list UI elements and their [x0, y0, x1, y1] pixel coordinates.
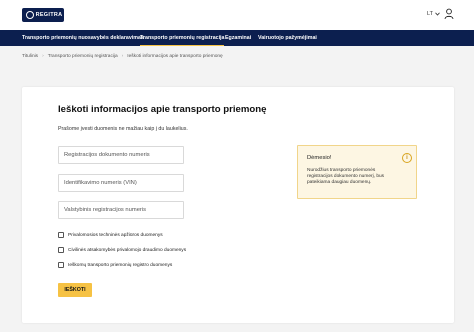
logo-text: REGITRA [35, 12, 63, 18]
logo-emblem-icon [25, 11, 34, 19]
breadcrumb-separator: › [42, 54, 44, 59]
wanted-vehicles-checkbox[interactable] [58, 262, 64, 268]
search-button[interactable]: IEŠKOTI [58, 283, 92, 297]
chevron-down-icon [435, 12, 440, 16]
notice-title: Dėmesio! [307, 155, 332, 161]
main-nav: Transporto priemonių nuosavybės deklarav… [0, 30, 474, 46]
registration-document-number-input[interactable] [58, 146, 184, 164]
breadcrumb-vehicle-registration[interactable]: Transporto priemonių registracija [48, 54, 118, 59]
attention-notice: Dėmesio! i Nurodžius transporto priemonė… [297, 145, 417, 199]
page-title: Ieškoti informacijos apie transporto pri… [58, 104, 267, 115]
breadcrumb: Titulinis › Transporto priemonių registr… [22, 54, 223, 59]
checkbox-row-insurance[interactable]: Civilinės atsakomybės privalomojo draudi… [58, 247, 186, 253]
vin-input[interactable] [58, 174, 184, 192]
language-selector[interactable]: LT [427, 11, 440, 17]
nav-item-ownership-declaration[interactable]: Transporto priemonių nuosavybės deklarav… [22, 30, 144, 46]
wanted-vehicles-checkbox-label: Ieškomų transporto priemonių registro du… [68, 262, 173, 268]
top-header: REGITRA LT [0, 0, 474, 30]
user-icon[interactable] [444, 8, 454, 20]
search-card: Ieškoti informacijos apie transporto pri… [22, 87, 454, 323]
plate-number-input[interactable] [58, 201, 184, 219]
language-label: LT [427, 11, 434, 17]
nav-item-vehicle-registration[interactable]: Transporto priemonių registracija [140, 30, 225, 46]
nav-item-driving-licenses[interactable]: Vairuotojo pažymėjimai [258, 30, 317, 46]
form-hint: Prašome įvesti duomenis ne mažiau kaip į… [58, 126, 188, 132]
info-icon: i [402, 153, 412, 163]
breadcrumb-separator: › [121, 54, 124, 59]
insurance-checkbox[interactable] [58, 247, 64, 253]
regitra-logo[interactable]: REGITRA [22, 8, 64, 22]
inspection-checkbox[interactable] [58, 232, 64, 238]
checkbox-row-inspection[interactable]: Privalomosios techninės apžiūros duomeny… [58, 232, 163, 238]
breadcrumb-current: Ieškoti informacijos apie transporto pri… [127, 54, 223, 59]
breadcrumb-home[interactable]: Titulinis [22, 54, 38, 59]
insurance-checkbox-label: Civilinės atsakomybės privalomojo draudi… [68, 247, 187, 253]
notice-text: Nurodžius transporto priemonės registrac… [307, 168, 385, 186]
nav-item-exams[interactable]: Egzaminai [225, 30, 251, 46]
inspection-checkbox-label: Privalomosios techninės apžiūros duomeny… [68, 232, 163, 238]
checkbox-row-wanted-vehicles[interactable]: Ieškomų transporto priemonių registro du… [58, 262, 172, 268]
